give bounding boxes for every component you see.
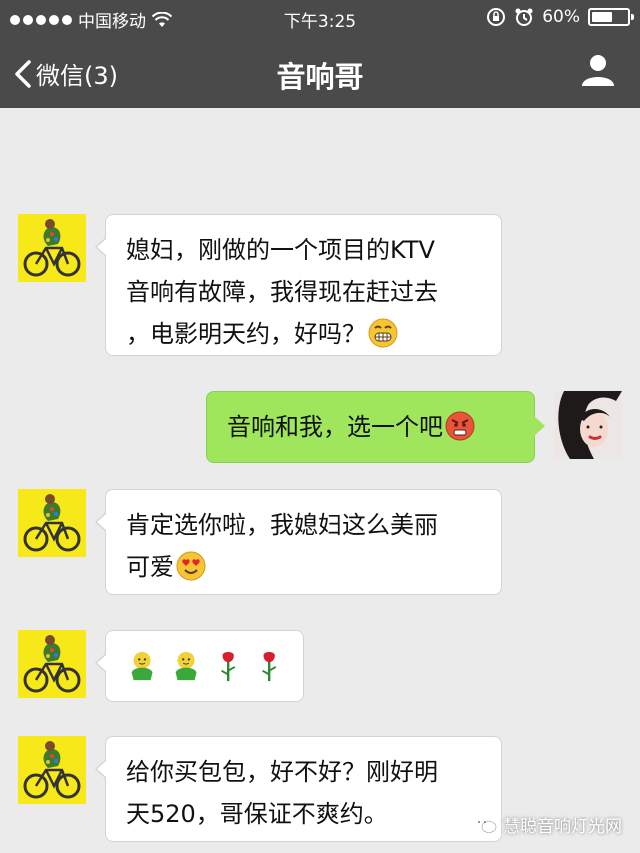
message-bubble[interactable]: 媳妇，刚做的一个项目的KTV 音响有故障，我得现在赶过去 ，电影明天约，好吗？: [95, 214, 502, 356]
sender-avatar[interactable]: [18, 214, 86, 282]
rose-sticker-icon: [261, 652, 276, 682]
message-bubble[interactable]: 肯定选你啦，我媳妇这么美丽 可爱: [95, 489, 502, 595]
battery-percent: 60%: [542, 7, 580, 27]
message-line: ，电影明天约，好吗？: [126, 320, 366, 348]
sender-avatar[interactable]: [18, 736, 86, 804]
angry-emoji-icon: [445, 411, 475, 441]
green-figure-sticker-icon: [131, 651, 153, 681]
chat-title: 音响哥: [276, 60, 364, 94]
rotation-lock-icon: [487, 8, 506, 26]
person-icon[interactable]: [580, 52, 616, 88]
heart-eyes-emoji-icon: [176, 551, 206, 581]
sticker-row: [126, 645, 283, 687]
cyclist-avatar-icon: [23, 635, 81, 693]
battery-level: [592, 12, 613, 22]
cyclist-avatar-icon: [23, 494, 81, 552]
message-bubble[interactable]: [95, 630, 304, 702]
message-bubble[interactable]: 给你买包包，好不好？刚好明 天520，哥保证不爽约。: [95, 736, 502, 842]
nav-bar: 微信(3) 音响哥: [0, 34, 640, 108]
alarm-icon: [515, 8, 533, 26]
status-right: 60%: [486, 7, 634, 27]
battery-icon: [588, 8, 634, 26]
message-line: 给你买包包，好不好？刚好明: [126, 758, 438, 786]
message-line: 可爱: [126, 553, 174, 581]
message-line: 媳妇，刚做的一个项目的KTV: [126, 236, 435, 264]
cyclist-avatar-icon: [23, 741, 81, 799]
grin-emoji-icon: [368, 318, 398, 348]
message-line: 音响有故障，我得现在赶过去: [126, 278, 438, 306]
wechat-icon: [474, 816, 497, 833]
sender-avatar[interactable]: [18, 489, 86, 557]
green-figure-sticker-icon: [175, 651, 197, 681]
rose-sticker-icon: [221, 652, 236, 682]
sender-avatar[interactable]: [18, 630, 86, 698]
watermark-text: 慧聪音响灯光网: [503, 817, 622, 837]
message-line: 天520，哥保证不爽约。: [126, 800, 388, 828]
my-avatar[interactable]: [554, 391, 622, 459]
status-bar: 中国移动 下午3:25 60%: [0, 0, 640, 34]
message-line: 音响和我，选一个吧: [227, 413, 443, 441]
watermark: 慧聪音响灯光网: [473, 812, 622, 837]
chat-area[interactable]: 媳妇，刚做的一个项目的KTV 音响有故障，我得现在赶过去 ，电影明天约，好吗？ …: [0, 108, 640, 853]
cyclist-avatar-icon: [23, 219, 81, 277]
girl-avatar-icon: [554, 391, 622, 459]
message-line: 肯定选你啦，我媳妇这么美丽: [126, 511, 438, 539]
message-bubble-outgoing[interactable]: 音响和我，选一个吧: [206, 391, 545, 463]
